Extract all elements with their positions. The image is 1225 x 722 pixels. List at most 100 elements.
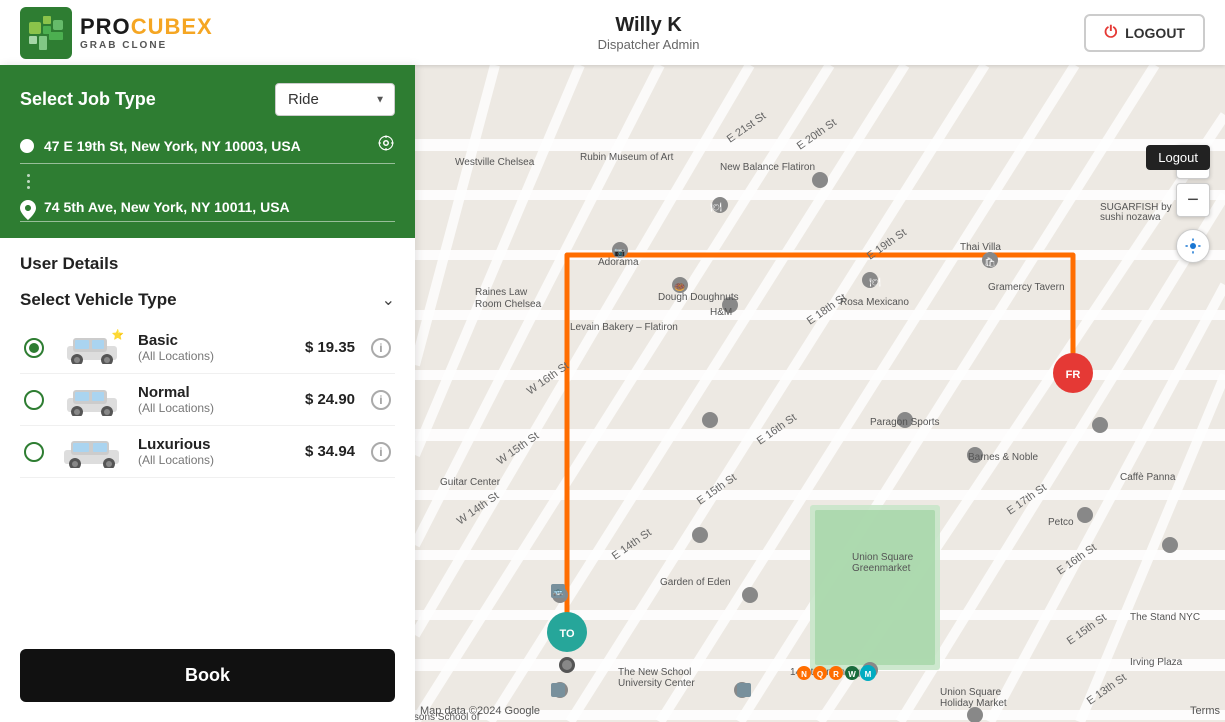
address-area: [0, 134, 415, 238]
logo-sub: GRAB CLONE: [80, 40, 213, 51]
map-attribution: Map data ©2024 Google: [420, 705, 540, 717]
svg-text:FR: FR: [1066, 369, 1081, 381]
svg-text:Barnes & Noble: Barnes & Noble: [968, 452, 1038, 463]
svg-text:R: R: [833, 670, 839, 679]
vehicle-info-icon-basic[interactable]: i: [371, 338, 391, 358]
job-type-select[interactable]: Ride Delivery Package: [275, 83, 395, 116]
vehicle-option-basic[interactable]: ⭐ Basic (All Locations) $ 19.35 i: [20, 322, 395, 374]
svg-text:Holiday Market: Holiday Market: [940, 698, 1007, 709]
svg-text:Greenmarket: Greenmarket: [852, 563, 911, 574]
svg-text:M: M: [865, 670, 872, 679]
logo-main: PROCUBEX: [80, 14, 213, 40]
sidebar: Select Job Type Ride Delivery Package: [0, 65, 415, 722]
chevron-down-icon: ⌄: [382, 290, 395, 310]
vehicle-radio-luxurious[interactable]: [24, 442, 44, 462]
svg-text:Gramercy Tavern: Gramercy Tavern: [988, 282, 1065, 293]
svg-text:Petco: Petco: [1048, 517, 1074, 528]
svg-text:Adorama: Adorama: [598, 257, 639, 268]
vehicle-option-normal[interactable]: Normal (All Locations) $ 24.90 i: [20, 374, 395, 426]
header: PROCUBEX GRAB CLONE Willy K Dispatcher A…: [0, 0, 1225, 65]
svg-text:Guitar Center: Guitar Center: [440, 477, 501, 488]
svg-text:Union Square: Union Square: [940, 687, 1002, 698]
vehicle-name-normal: Normal: [138, 384, 293, 401]
star-badge: ⭐: [112, 330, 124, 341]
vehicle-coverage-luxurious: (All Locations): [138, 453, 293, 467]
svg-text:Union Square: Union Square: [852, 552, 914, 563]
vehicle-radio-normal[interactable]: [24, 390, 44, 410]
locate-button[interactable]: [1176, 229, 1210, 263]
logout-button[interactable]: ⏻ LOGOUT: [1084, 14, 1205, 52]
vehicle-info-basic: Basic (All Locations): [138, 332, 293, 363]
svg-text:TO: TO: [559, 628, 575, 640]
svg-text:Raines Law: Raines Law: [475, 287, 528, 298]
user-details-title: User Details: [20, 254, 395, 274]
vehicle-option-luxurious[interactable]: Luxurious (All Locations) $ 34.94 i: [20, 426, 395, 478]
logo-icon: [20, 7, 72, 59]
svg-text:sushi nozawa: sushi nozawa: [1100, 212, 1161, 223]
svg-text:🚌: 🚌: [553, 587, 563, 596]
svg-text:🍽: 🍽: [869, 277, 881, 287]
main-content: User Details Select Vehicle Type ⌄: [0, 238, 415, 639]
svg-text:Garden of Eden: Garden of Eden: [660, 577, 731, 588]
dropoff-address-input[interactable]: [44, 199, 395, 215]
address-connector: [20, 174, 395, 189]
svg-text:Rubin Museum of Art: Rubin Museum of Art: [580, 152, 674, 163]
dropoff-icon: [20, 200, 34, 214]
basic-car-icon: ⭐: [56, 330, 126, 365]
dropoff-address-row: [20, 199, 395, 222]
vehicle-type-title: Select Vehicle Type: [20, 290, 177, 310]
svg-text:📷: 📷: [614, 247, 625, 257]
user-details-section: User Details: [20, 254, 395, 274]
svg-text:Caffè Panna: Caffè Panna: [1120, 472, 1176, 483]
vehicle-price-basic: $ 19.35: [305, 339, 355, 356]
svg-text:Q: Q: [817, 670, 823, 679]
vehicle-radio-basic[interactable]: [24, 338, 44, 358]
svg-text:The Stand NYC: The Stand NYC: [1130, 612, 1200, 623]
job-type-bar: Select Job Type Ride Delivery Package: [0, 65, 415, 134]
logo-text-area: PROCUBEX GRAB CLONE: [80, 14, 213, 51]
svg-text:Paragon Sports: Paragon Sports: [870, 417, 940, 428]
vehicle-price-normal: $ 24.90: [305, 391, 355, 408]
logout-tooltip: Logout: [1146, 145, 1210, 170]
vehicle-type-header[interactable]: Select Vehicle Type ⌄: [20, 290, 395, 310]
svg-text:Westville Chelsea: Westville Chelsea: [455, 157, 535, 168]
vehicle-coverage-normal: (All Locations): [138, 401, 293, 415]
svg-text:Dough Doughnuts: Dough Doughnuts: [658, 292, 739, 303]
job-type-select-wrapper: Ride Delivery Package: [275, 83, 395, 116]
logo-area: PROCUBEX GRAB CLONE: [20, 7, 213, 59]
user-info: Willy K Dispatcher Admin: [598, 14, 700, 52]
book-button[interactable]: Book: [20, 649, 395, 702]
svg-text:H&M: H&M: [710, 307, 732, 318]
svg-text:🛍: 🛍: [984, 257, 995, 267]
vehicle-info-icon-luxurious[interactable]: i: [371, 442, 391, 462]
svg-text:Levain Bakery – Flatiron: Levain Bakery – Flatiron: [570, 322, 678, 333]
svg-text:New Balance Flatiron: New Balance Flatiron: [720, 162, 815, 173]
user-role: Dispatcher Admin: [598, 37, 700, 52]
vehicle-info-normal: Normal (All Locations): [138, 384, 293, 415]
user-name: Willy K: [598, 14, 700, 37]
map-terms[interactable]: Terms: [1190, 705, 1220, 717]
svg-text:🍩: 🍩: [674, 282, 685, 292]
pickup-address-input[interactable]: [44, 138, 367, 154]
vehicle-coverage-basic: (All Locations): [138, 349, 293, 363]
job-type-label: Select Job Type: [20, 89, 156, 110]
pickup-dot: [20, 139, 34, 153]
svg-text:Irving Plaza: Irving Plaza: [1130, 657, 1183, 668]
svg-text:Rosa Mexicano: Rosa Mexicano: [840, 297, 909, 308]
vehicle-type-section: Select Vehicle Type ⌄: [20, 290, 395, 478]
svg-text:The New School: The New School: [618, 667, 691, 678]
vehicle-info-icon-normal[interactable]: i: [371, 390, 391, 410]
zoom-out-button[interactable]: −: [1176, 183, 1210, 217]
power-icon: ⏻: [1104, 24, 1117, 42]
svg-text:W: W: [848, 670, 856, 679]
vehicle-price-luxurious: $ 34.94: [305, 443, 355, 460]
logout-label: LOGOUT: [1125, 25, 1185, 41]
svg-text:N: N: [801, 670, 807, 679]
svg-text:Room Chelsea: Room Chelsea: [475, 299, 542, 310]
vehicle-name-luxurious: Luxurious: [138, 436, 293, 453]
gps-button[interactable]: [377, 134, 395, 157]
vehicle-name-basic: Basic: [138, 332, 293, 349]
vehicle-info-luxurious: Luxurious (All Locations): [138, 436, 293, 467]
svg-text:University Center: University Center: [618, 678, 695, 689]
normal-car-icon: [56, 382, 126, 417]
